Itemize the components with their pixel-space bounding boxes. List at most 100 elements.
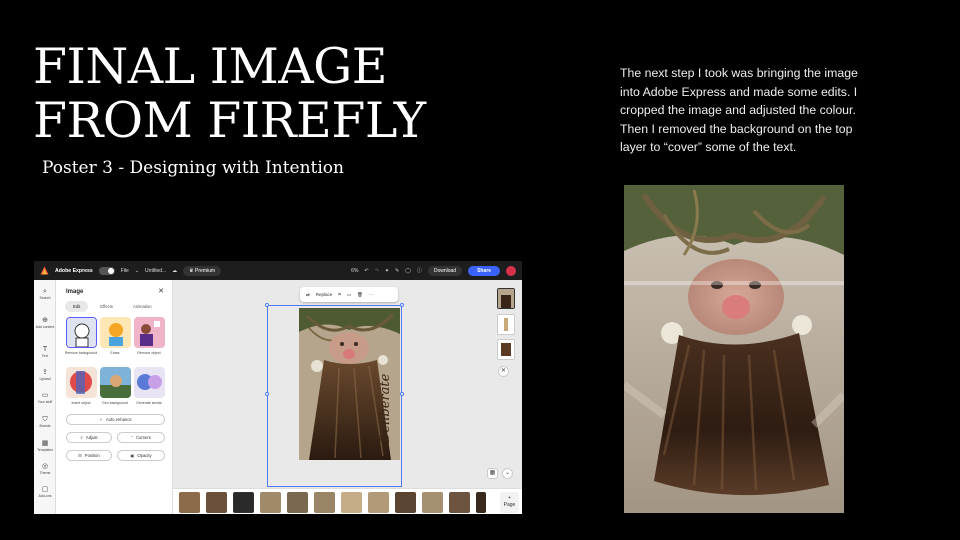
zoom-level[interactable]: 6% — [351, 268, 358, 274]
auto-enhance-button[interactable]: ✧ Auto enhance — [66, 414, 165, 425]
tab-edit[interactable]: Edit — [65, 301, 89, 312]
plus-icon: + — [508, 495, 511, 501]
opacity-label: Opacity — [137, 453, 152, 458]
erase-tool[interactable] — [100, 317, 131, 348]
insert-object-tool[interactable] — [66, 367, 97, 398]
film-thumb[interactable] — [260, 492, 281, 513]
chevron-down-icon[interactable]: ⌄ — [135, 268, 139, 274]
opacity-icon: ▣ — [130, 453, 135, 458]
redo-icon[interactable]: ↷ — [375, 268, 379, 274]
film-thumb[interactable] — [395, 492, 416, 513]
ae-brand: Adobe Express — [55, 267, 93, 274]
rail-text[interactable]: T Text — [34, 346, 56, 358]
film-thumb[interactable] — [179, 492, 200, 513]
opacity-button[interactable]: ▣ Opacity — [117, 450, 165, 461]
wand-icon: ✧ — [99, 417, 103, 422]
add-icon: ⊕ — [42, 317, 48, 324]
corner-icon: ⌜ — [131, 435, 134, 440]
rail-label: Add content — [35, 325, 55, 329]
auto-enhance-label: Auto enhance — [105, 417, 132, 422]
film-thumb[interactable] — [341, 492, 362, 513]
search-icon: ⌕ — [43, 288, 47, 295]
avatar[interactable] — [506, 265, 516, 276]
chevron-down-icon[interactable]: ⌄ — [502, 468, 513, 479]
gen-background-tool[interactable] — [100, 367, 131, 398]
panel-tabs: Edit Effects Animation — [65, 301, 160, 312]
remove-object-tool[interactable] — [134, 317, 165, 348]
resize-handle[interactable] — [400, 392, 404, 396]
page-thumb-2[interactable] — [497, 314, 515, 335]
tab-effects[interactable]: Effects — [92, 301, 121, 312]
help-icon[interactable]: ⓘ — [417, 267, 422, 274]
premium-button[interactable]: ♛ Premium — [183, 265, 222, 276]
sliders-icon: ≡ — [80, 435, 83, 440]
rail-brands[interactable]: ⛉ Brands — [34, 416, 56, 428]
rail-your-stuff[interactable]: ▭ Your stuff — [34, 392, 56, 404]
magic-icon[interactable]: ✦ — [385, 268, 389, 274]
remove-background-tool[interactable] — [66, 317, 97, 348]
upload-icon: ⇪ — [42, 369, 48, 376]
page-thumb-1[interactable] — [497, 288, 515, 309]
resize-handle[interactable] — [400, 303, 404, 307]
tool-label: Generate similar — [136, 401, 162, 405]
rail-add-content[interactable]: ⊕ Add content — [34, 317, 56, 329]
film-thumb[interactable] — [476, 492, 486, 513]
rail-upload[interactable]: ⇪ Upload — [34, 369, 56, 381]
comment-icon[interactable]: ▭ — [347, 292, 351, 298]
download-button[interactable]: Download — [427, 265, 463, 276]
position-icon: ⊟ — [78, 453, 82, 458]
home-toggle[interactable] — [98, 266, 115, 275]
resize-handle[interactable] — [265, 303, 269, 307]
film-thumb[interactable] — [422, 492, 443, 513]
tool-label: Gen background — [102, 401, 128, 405]
templates-icon: ▦ — [41, 440, 49, 447]
film-thumb[interactable] — [368, 492, 389, 513]
more-icon[interactable]: ⋯ — [369, 292, 374, 298]
replace-icon[interactable]: ⇄ — [306, 292, 310, 298]
corners-button[interactable]: ⌜ Corners — [117, 432, 165, 443]
film-thumb[interactable] — [314, 492, 335, 513]
addons-icon: ▢ — [41, 486, 49, 493]
rail-add-ons[interactable]: ▢ Add-ons — [34, 486, 56, 498]
rail-theme[interactable]: ◎ Theme — [34, 463, 56, 475]
position-button[interactable]: ⊟ Position — [66, 450, 112, 461]
close-icon[interactable]: ✕ — [158, 287, 164, 295]
corners-label: Corners — [136, 435, 151, 440]
rail-search[interactable]: ⌕ Search — [34, 288, 56, 300]
film-thumb[interactable] — [233, 492, 254, 513]
folder-icon: ▭ — [41, 392, 49, 399]
rail-label: Text — [41, 354, 49, 358]
final-image-artwork — [624, 185, 844, 513]
adjust-button[interactable]: ≡ Adjust — [66, 432, 112, 443]
doc-name[interactable]: Untitled... — [145, 268, 166, 274]
film-thumb[interactable] — [449, 492, 470, 513]
panel-title: Image — [66, 289, 84, 295]
poster-image[interactable]: Deliberate — [299, 308, 400, 460]
adobe-express-screenshot: Adobe Express File ⌄ Untitled... ☁ ♛ Pre… — [34, 261, 522, 514]
comment-icon[interactable]: ◯ — [405, 268, 411, 274]
undo-icon[interactable]: ↶ — [364, 268, 368, 274]
position-label: Position — [84, 453, 100, 458]
rail-templates[interactable]: ▦ Templates — [34, 440, 56, 452]
close-icon[interactable]: ✕ — [498, 366, 509, 377]
slide-subtitle: Poster 3 - Designing with Intention — [42, 158, 344, 178]
film-thumb[interactable] — [206, 492, 227, 513]
tool-label: Insert object — [71, 401, 91, 405]
crop-icon[interactable]: ⌗ — [338, 292, 341, 297]
share-button[interactable]: Share — [468, 265, 500, 276]
replace-button[interactable]: Replace — [316, 292, 333, 297]
film-thumb[interactable] — [287, 492, 308, 513]
design-canvas[interactable]: ⇄ Replace ⌗ ▭ 🗑 ⋯ Deliberate ✕ ▦ ⌄ — [173, 280, 522, 488]
tab-animation[interactable]: Animation — [125, 301, 160, 312]
generate-similar-tool[interactable] — [134, 367, 165, 398]
notification-icon[interactable]: ✎ — [395, 268, 399, 274]
rail-label: Templates — [37, 448, 53, 452]
file-menu[interactable]: File — [121, 268, 129, 274]
add-page-button[interactable]: + Page — [500, 492, 519, 513]
floating-toolbar: ⇄ Replace ⌗ ▭ 🗑 ⋯ — [300, 287, 398, 302]
resize-handle[interactable] — [265, 392, 269, 396]
delete-icon[interactable]: 🗑 — [357, 292, 363, 298]
page-thumb-3[interactable] — [497, 339, 515, 360]
grid-icon[interactable]: ▦ — [487, 468, 498, 479]
text-icon: T — [42, 346, 48, 353]
